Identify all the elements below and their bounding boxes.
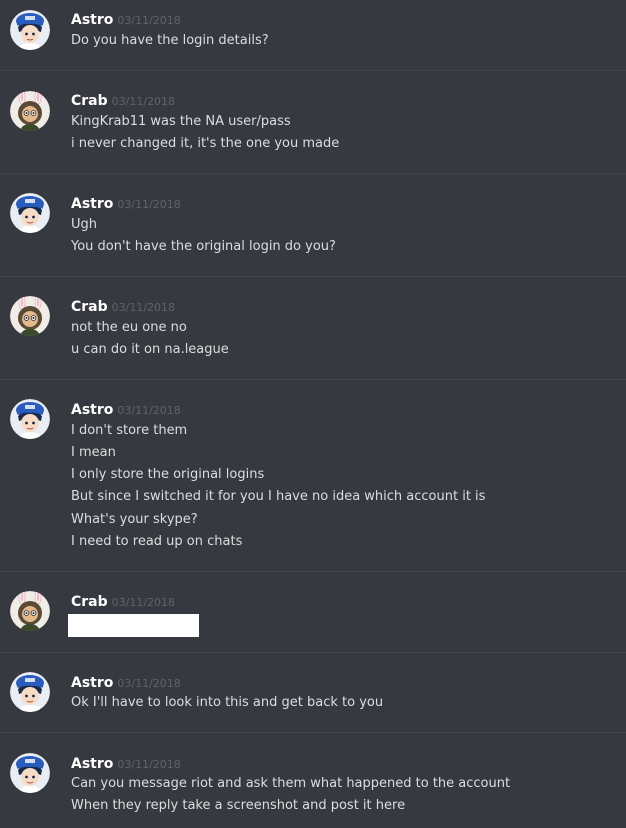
message-text: Can you message riot and ask them what h… bbox=[71, 776, 511, 791]
username[interactable]: Crab bbox=[71, 93, 108, 109]
message-text: You don't have the original login do you… bbox=[71, 239, 336, 254]
message-header: Astro 03/11/2018 bbox=[71, 753, 181, 773]
message-text: Do you have the login details? bbox=[71, 33, 269, 48]
message-header: Astro 03/11/2018 bbox=[71, 193, 181, 213]
crab-avatar-icon[interactable] bbox=[10, 296, 50, 336]
crab-avatar-icon[interactable] bbox=[10, 91, 50, 131]
message-text: KingKrab11 was the NA user/pass bbox=[71, 114, 291, 129]
message-header: Crab 03/11/2018 bbox=[71, 591, 175, 611]
redacted-block bbox=[68, 614, 199, 637]
timestamp: 03/11/2018 bbox=[117, 14, 181, 27]
message-header: Astro 03/11/2018 bbox=[71, 399, 181, 419]
username[interactable]: Crab bbox=[71, 594, 108, 610]
message-divider bbox=[0, 571, 626, 572]
astro-avatar-icon[interactable] bbox=[10, 193, 50, 233]
username[interactable]: Astro bbox=[71, 756, 113, 772]
username[interactable]: Crab bbox=[71, 299, 108, 315]
message-text: What's your skype? bbox=[71, 512, 198, 527]
message-text: But since I switched it for you I have n… bbox=[71, 489, 486, 504]
username[interactable]: Astro bbox=[71, 196, 113, 212]
message-text: When they reply take a screenshot and po… bbox=[71, 798, 406, 813]
timestamp: 03/11/2018 bbox=[111, 596, 176, 609]
astro-avatar-icon[interactable] bbox=[10, 753, 50, 793]
message-header: Astro 03/11/2018 bbox=[71, 672, 181, 692]
message-text: I don't store them bbox=[71, 423, 188, 438]
timestamp: 03/11/2018 bbox=[111, 95, 176, 108]
username[interactable]: Astro bbox=[71, 675, 113, 691]
message-header: Crab 03/11/2018 bbox=[71, 296, 175, 316]
timestamp: 03/11/2018 bbox=[111, 301, 176, 314]
message-divider bbox=[0, 732, 626, 733]
message-header: Astro 03/11/2018 bbox=[71, 9, 181, 29]
message-text: u can do it on na.league bbox=[71, 342, 229, 357]
username[interactable]: Astro bbox=[71, 402, 113, 418]
message-divider bbox=[0, 652, 626, 653]
message-text: i never changed it, it's the one you mad… bbox=[71, 136, 340, 151]
timestamp: 03/11/2018 bbox=[117, 198, 181, 211]
timestamp: 03/11/2018 bbox=[117, 404, 181, 417]
message-text: not the eu one no bbox=[71, 320, 187, 335]
message-divider bbox=[0, 379, 626, 380]
message-divider bbox=[0, 70, 626, 71]
message-header: Crab 03/11/2018 bbox=[71, 90, 175, 110]
message-text: I only store the original logins bbox=[71, 467, 265, 482]
astro-avatar-icon[interactable] bbox=[10, 10, 50, 50]
timestamp: 03/11/2018 bbox=[117, 758, 181, 771]
message-text: Ok I'll have to look into this and get b… bbox=[71, 695, 384, 710]
astro-avatar-icon[interactable] bbox=[10, 672, 50, 712]
message-text: Ugh bbox=[71, 217, 98, 232]
message-divider bbox=[0, 276, 626, 277]
message-text: I need to read up on chats bbox=[71, 534, 243, 549]
astro-avatar-icon[interactable] bbox=[10, 399, 50, 439]
message-divider bbox=[0, 173, 626, 174]
username[interactable]: Astro bbox=[71, 12, 113, 28]
crab-avatar-icon[interactable] bbox=[10, 591, 50, 631]
message-text: I mean bbox=[71, 445, 116, 460]
chat-log: Astro 03/11/2018 Do you have the login de… bbox=[0, 0, 626, 828]
timestamp: 03/11/2018 bbox=[117, 677, 181, 690]
